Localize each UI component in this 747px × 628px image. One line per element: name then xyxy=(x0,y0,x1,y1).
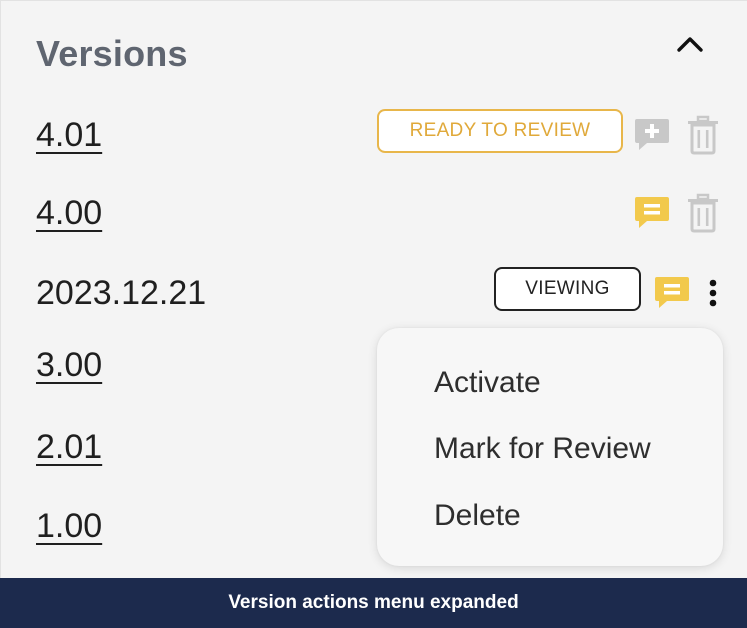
version-actions-menu: Activate Mark for Review Delete xyxy=(377,328,723,566)
status-bar: Version actions menu expanded xyxy=(0,578,747,628)
comment-icon xyxy=(655,277,689,308)
trash-icon xyxy=(688,193,718,233)
trash-icon xyxy=(688,115,718,155)
version-row: 4.01 READY TO REVIEW xyxy=(1,105,747,165)
menu-item-activate[interactable]: Activate xyxy=(434,366,541,400)
comments-button[interactable] xyxy=(652,273,692,313)
panel-title: Versions xyxy=(36,33,188,74)
add-comment-icon xyxy=(635,119,669,150)
comment-icon xyxy=(635,197,669,228)
viewing-badge: VIEWING xyxy=(494,267,641,311)
version-row-current: 2023.12.21 VIEWING xyxy=(1,263,747,323)
menu-item-mark-for-review[interactable]: Mark for Review xyxy=(434,432,651,466)
version-link[interactable]: 4.01 xyxy=(36,113,102,157)
version-link[interactable]: 1.00 xyxy=(36,504,102,548)
more-actions-button[interactable] xyxy=(699,275,727,311)
version-link[interactable]: 2.01 xyxy=(36,425,102,469)
version-link[interactable]: 3.00 xyxy=(36,343,102,387)
status-badge: READY TO REVIEW xyxy=(377,109,623,153)
collapse-button[interactable] xyxy=(673,27,707,61)
menu-item-delete[interactable]: Delete xyxy=(434,499,521,533)
version-row: 4.00 xyxy=(1,183,747,243)
version-label-current: 2023.12.21 xyxy=(36,274,207,312)
version-link[interactable]: 4.00 xyxy=(36,191,102,235)
versions-panel: Versions 4.01 READY TO REVIEW 4.00 2023.… xyxy=(0,0,747,578)
comments-button[interactable] xyxy=(632,193,672,233)
add-comment-button[interactable] xyxy=(632,115,672,155)
delete-button[interactable] xyxy=(683,113,723,157)
more-vertical-icon xyxy=(709,279,717,307)
chevron-up-icon xyxy=(677,37,703,52)
delete-button[interactable] xyxy=(683,191,723,235)
